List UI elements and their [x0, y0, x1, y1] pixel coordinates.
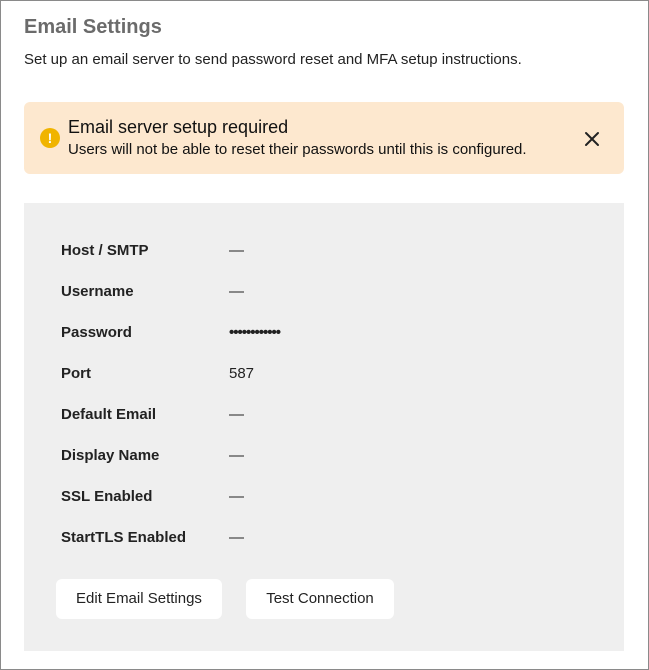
- page-title: Email Settings: [24, 16, 162, 38]
- warning-circle-icon: !: [40, 128, 60, 148]
- settings-row-value: —: [229, 447, 244, 464]
- close-icon[interactable]: [580, 127, 604, 151]
- settings-row-value: —: [229, 488, 244, 505]
- settings-row-label: Port: [61, 365, 91, 382]
- settings-row-value: —: [229, 242, 244, 259]
- settings-row-label: StartTLS Enabled: [61, 529, 187, 546]
- settings-row-label: Password: [61, 324, 132, 341]
- settings-row-value: —: [229, 529, 244, 546]
- edit-email-settings-button[interactable]: Edit Email Settings: [56, 579, 222, 619]
- close-icon-graphic: [585, 132, 599, 146]
- settings-row-value: —: [229, 406, 244, 423]
- alert-description: Users will not be able to reset their pa…: [68, 141, 527, 158]
- email-settings-panel: Host / SMTP — Username — Password ••••••…: [24, 203, 624, 651]
- settings-row-value: ••••••••••••: [229, 324, 281, 341]
- alert-title: Email server setup required: [68, 117, 289, 137]
- settings-row-label: SSL Enabled: [61, 488, 153, 505]
- settings-row-label: Host / SMTP: [61, 242, 149, 259]
- settings-row-value: —: [229, 283, 244, 300]
- setup-required-alert: ! Email server setup required Users will…: [24, 102, 624, 174]
- settings-row-value: 587: [229, 365, 255, 382]
- page-subtitle: Set up an email server to send password …: [24, 51, 522, 68]
- settings-row-label: Default Email: [61, 406, 157, 423]
- test-connection-button[interactable]: Test Connection: [246, 579, 394, 619]
- settings-row-label: Display Name: [61, 447, 160, 464]
- settings-row-label: Username: [61, 283, 134, 300]
- email-settings-page: Email Settings Set up an email server to…: [0, 0, 649, 670]
